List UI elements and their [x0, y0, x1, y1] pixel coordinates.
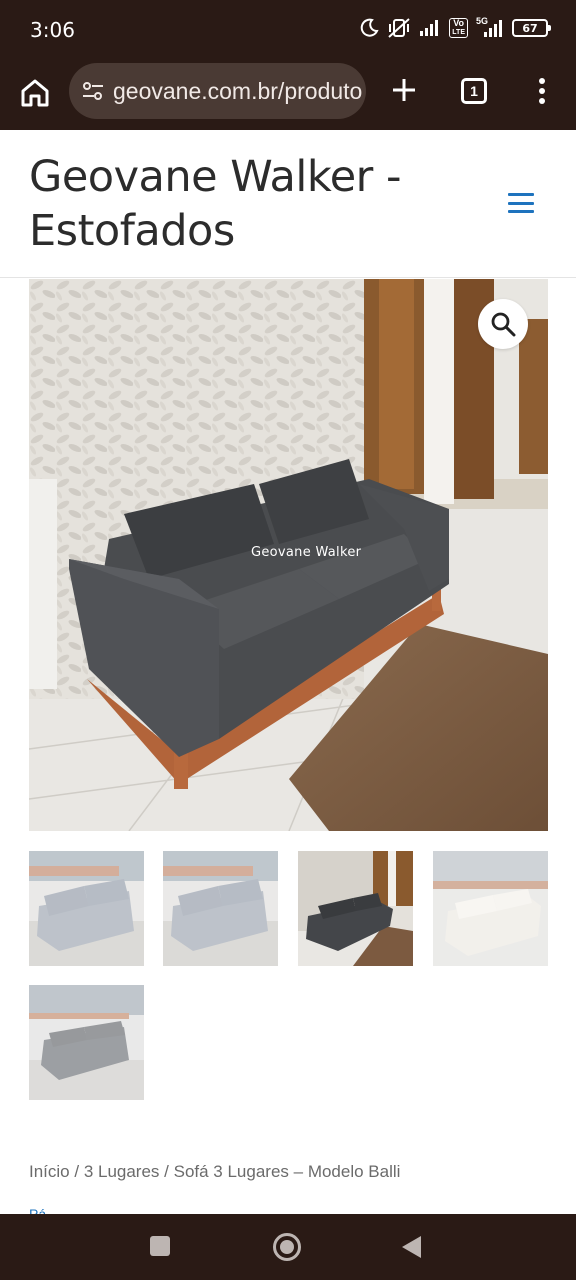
recent-apps-icon[interactable] [150, 1236, 170, 1256]
more-options-icon[interactable] [530, 76, 554, 106]
status-icons: Vo LTE 5G 67 [359, 16, 551, 40]
status-time: 3:06 [30, 18, 75, 42]
battery-icon: 67 [512, 19, 551, 37]
do-not-disturb-moon-icon [359, 16, 379, 40]
breadcrumb-home-link[interactable]: Início [29, 1162, 70, 1181]
new-tab-plus-icon[interactable] [388, 74, 420, 106]
hamburger-menu-icon[interactable] [508, 193, 534, 213]
product-thumbnail[interactable] [433, 851, 548, 966]
url-text[interactable]: geovane.com.br/produto [113, 78, 362, 105]
browser-toolbar: geovane.com.br/produto 1 [0, 60, 576, 130]
site-header: Geovane Walker - Estofados [0, 130, 576, 278]
image-watermark: Geovane Walker [251, 545, 362, 560]
vibrate-off-icon [387, 16, 411, 40]
address-bar[interactable]: geovane.com.br/produto [69, 63, 366, 119]
volte-icon: Vo LTE [449, 18, 468, 38]
product-thumbnail[interactable] [163, 851, 278, 966]
site-settings-icon[interactable] [81, 79, 105, 103]
breadcrumb-separator: / [159, 1162, 174, 1181]
home-circle-icon[interactable] [273, 1233, 301, 1261]
breadcrumb-category-link[interactable]: 3 Lugares [84, 1162, 160, 1181]
5g-signal-icon: 5G [476, 16, 504, 40]
breadcrumb-separator: / [69, 1162, 84, 1181]
product-main-image[interactable]: Geovane Walker [29, 279, 548, 831]
tab-switcher-button[interactable]: 1 [461, 78, 487, 104]
status-bar: 3:06 Vo LTE 5G 67 [0, 0, 576, 60]
system-navigation-bar [0, 1214, 576, 1280]
product-thumbnail[interactable] [29, 985, 144, 1100]
breadcrumb: Início / 3 Lugares / Sofá 3 Lugares – Mo… [29, 1162, 400, 1182]
signal-strength-icon [419, 16, 441, 40]
breadcrumb-current: Sofá 3 Lugares – Modelo Balli [173, 1162, 401, 1181]
home-icon[interactable] [18, 76, 52, 110]
site-title[interactable]: Geovane Walker - Estofados [29, 150, 429, 258]
back-triangle-icon[interactable] [402, 1236, 421, 1258]
product-thumbnail-active[interactable] [298, 851, 413, 966]
product-thumbnail[interactable] [29, 851, 144, 966]
zoom-magnifier-icon[interactable] [478, 299, 528, 349]
